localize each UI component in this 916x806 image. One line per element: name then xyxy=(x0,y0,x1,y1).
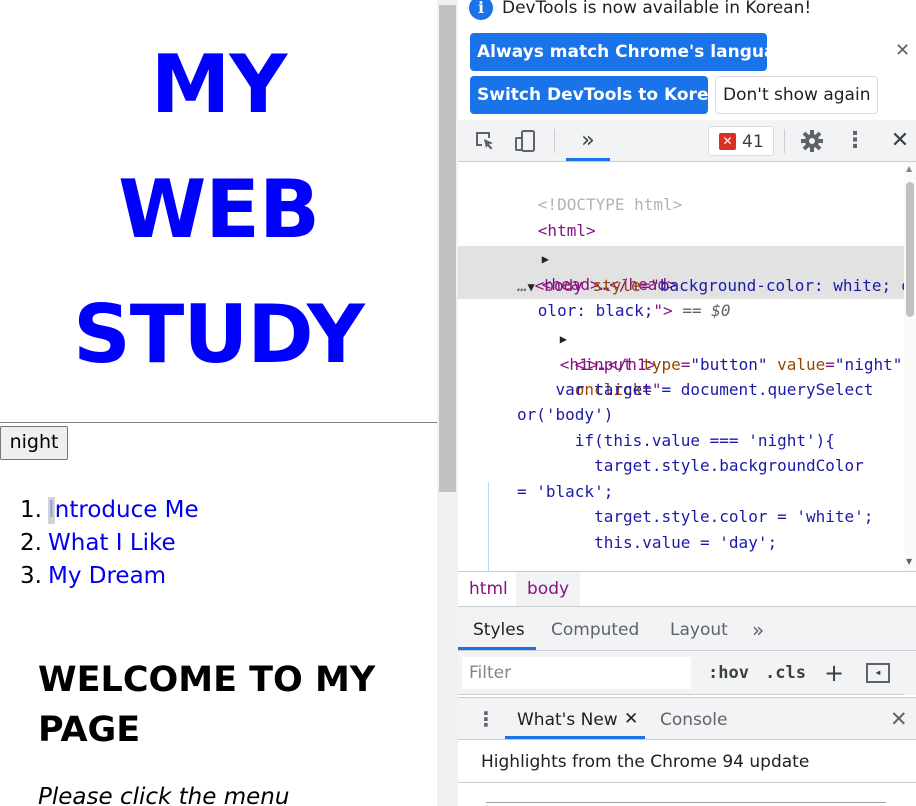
whats-new-panel: Highlights from the Chrome 94 update xyxy=(458,740,916,806)
js-line: = 'black'; xyxy=(517,482,614,501)
settings-gear-icon[interactable] xyxy=(799,120,825,162)
dont-show-again-button[interactable]: Don't show again xyxy=(715,76,878,114)
active-tab-indicator xyxy=(458,647,536,650)
active-tab-indicator xyxy=(566,158,610,161)
elements-scrollbar[interactable]: ▲ ▼ xyxy=(904,162,916,571)
web-page: MY WEB STUDY night 1. Introduce Me 2. What… xyxy=(0,0,437,806)
menu-number: 3. xyxy=(20,563,42,589)
site-title-line-2: WEB xyxy=(118,163,320,256)
elements-scrollbar-thumb[interactable] xyxy=(906,182,914,317)
error-count-badge[interactable]: ✕ 41 xyxy=(708,126,774,156)
site-title-line-3: STUDY xyxy=(73,288,365,381)
breadcrumb: html body xyxy=(458,571,916,607)
close-drawer-icon[interactable]: ✕ xyxy=(890,698,908,740)
new-style-rule-icon[interactable]: + xyxy=(824,651,844,695)
tab-styles[interactable]: Styles xyxy=(473,607,525,650)
menu-link-dream[interactable]: My Dream xyxy=(48,563,166,589)
infobar-message: DevTools is now available in Korean! xyxy=(502,0,812,18)
drawer-tabbar: ⋮ What's New ✕ Console ✕ xyxy=(458,697,916,740)
tab-computed[interactable]: Computed xyxy=(551,607,639,650)
devtools-panel: i DevTools is now available in Korean! A… xyxy=(458,0,916,806)
styles-filter-bar: Filter :hov .cls + ◂ xyxy=(458,651,916,695)
js-line: this.value = 'day'; xyxy=(517,533,778,552)
selected-marker: == $0 xyxy=(672,300,731,320)
scroll-up-arrow-icon[interactable]: ▲ xyxy=(906,164,912,173)
night-mode-button[interactable]: night xyxy=(0,426,68,460)
toolbar-separator xyxy=(554,129,555,153)
devtools-toolbar: » ✕ 41 ⋮ ✕ xyxy=(458,120,916,162)
page-scrollbar[interactable] xyxy=(437,0,458,806)
body-tag-close: "> xyxy=(653,300,673,320)
toggle-sidebar-icon[interactable]: ◂ xyxy=(866,663,890,683)
js-line: target.style.color = 'white'; xyxy=(517,507,874,526)
menu-item-introduce: 1. Introduce Me xyxy=(20,494,199,527)
drawer-menu-kebab-icon[interactable]: ⋮ xyxy=(476,698,496,740)
customize-kebab-icon[interactable]: ⋮ xyxy=(844,120,866,162)
error-icon: ✕ xyxy=(719,133,736,150)
site-title-line-1: MY xyxy=(150,38,288,131)
menu-item-like: 2. What I Like xyxy=(20,527,199,560)
breadcrumb-html[interactable]: html xyxy=(458,572,519,606)
title-divider xyxy=(0,422,437,423)
infobar-close-icon[interactable]: ✕ xyxy=(895,40,910,61)
tab-layout[interactable]: Layout xyxy=(670,607,728,650)
elements-tree: <!DOCTYPE html> <html> ▶ <head>…</head> … xyxy=(458,162,904,571)
divider xyxy=(458,782,916,783)
class-toggle-button[interactable]: .cls xyxy=(765,651,806,695)
js-line: if(this.value === 'night'){ xyxy=(517,431,835,450)
js-line: or('body') xyxy=(517,405,614,424)
menu-number: 1. xyxy=(20,497,42,523)
inspect-element-icon[interactable] xyxy=(472,120,498,162)
text-cursor xyxy=(48,497,55,524)
js-line: target.style.backgroundColor xyxy=(517,456,864,475)
page-scrollbar-thumb[interactable] xyxy=(439,5,456,492)
breadcrumb-body[interactable]: body xyxy=(516,572,581,606)
more-tabs-icon[interactable]: » xyxy=(752,607,764,650)
styles-tabbar: Styles Computed Layout » xyxy=(458,607,916,651)
menu-number: 2. xyxy=(20,530,42,556)
menu-list: 1. Introduce Me 2. What I Like 3. My Dream xyxy=(20,494,199,593)
device-toolbar-icon[interactable] xyxy=(512,120,538,162)
welcome-heading: WELCOME TO MY PAGE xyxy=(38,660,376,750)
close-tab-icon[interactable]: ✕ xyxy=(624,698,638,740)
tab-console[interactable]: Console xyxy=(660,698,728,742)
menu-item-dream: 3. My Dream xyxy=(20,560,199,593)
menu-link-like[interactable]: What I Like xyxy=(48,530,176,556)
switch-to-korean-button[interactable]: Switch DevTools to Korean xyxy=(470,76,732,114)
styles-scrollbar[interactable] xyxy=(904,651,916,695)
toolbar-separator xyxy=(784,129,785,153)
menu-link-introduce[interactable]: Introduce Me xyxy=(48,497,199,523)
site-title: MY WEB STUDY xyxy=(0,22,437,397)
scroll-down-arrow-icon[interactable]: ▼ xyxy=(906,557,912,566)
info-icon: i xyxy=(469,0,493,20)
error-count: 41 xyxy=(742,132,764,152)
intro-text: Please click the menu xyxy=(38,784,290,806)
whats-new-card xyxy=(486,802,886,806)
indent-guide xyxy=(488,482,489,571)
filter-input[interactable]: Filter xyxy=(462,657,691,689)
val-type: "button" xyxy=(690,354,768,374)
js-line: var target = document.querySelect xyxy=(517,380,874,399)
val-value: "night" xyxy=(834,354,903,374)
close-devtools-icon[interactable]: ✕ xyxy=(888,120,912,162)
language-infobar: i DevTools is now available in Korean! A… xyxy=(458,0,916,120)
attr-value: value xyxy=(777,354,826,374)
always-match-language-button[interactable]: Always match Chrome's language xyxy=(470,33,799,71)
whats-new-heading: Highlights from the Chrome 94 update xyxy=(481,752,810,772)
more-tabs-icon[interactable]: » xyxy=(568,120,608,162)
hover-state-button[interactable]: :hov xyxy=(708,651,749,695)
